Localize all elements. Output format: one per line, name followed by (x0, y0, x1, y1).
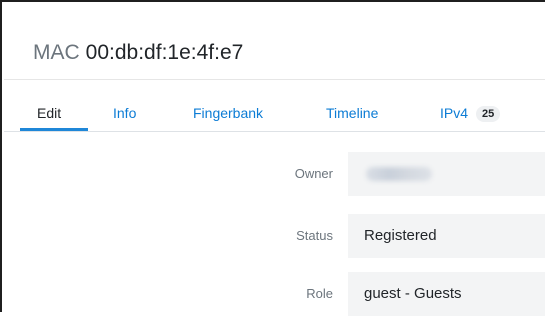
owner-redacted-value (366, 167, 432, 181)
panel-header: MAC 00:db:df:1e:4f:e7 (4, 4, 545, 80)
tab-fingerbank[interactable]: Fingerbank (193, 104, 263, 122)
tab-edit[interactable]: Edit (37, 104, 61, 122)
tab-bar: Edit Info Fingerbank Timeline IPv4 25 (4, 80, 545, 132)
active-tab-indicator (20, 128, 88, 131)
node-details-panel: MAC 00:db:df:1e:4f:e7 Edit Info Fingerban… (0, 0, 545, 316)
page-title: MAC 00:db:df:1e:4f:e7 (33, 40, 243, 66)
role-select[interactable]: guest - Guests (348, 272, 545, 316)
owner-field[interactable] (348, 152, 545, 196)
mac-address: 00:db:df:1e:4f:e7 (85, 41, 244, 64)
status-select[interactable]: Registered (348, 214, 545, 258)
tab-timeline[interactable]: Timeline (326, 104, 378, 122)
tab-ipv4-label: IPv4 (440, 105, 469, 121)
tab-ipv4[interactable]: IPv4 25 (440, 104, 501, 122)
owner-row: Owner (4, 152, 545, 196)
status-label: Status (296, 228, 333, 243)
ipv4-count-badge: 25 (476, 106, 501, 122)
role-row: Role guest - Guests (4, 272, 545, 316)
tab-info[interactable]: Info (113, 104, 136, 122)
title-prefix: MAC (33, 41, 80, 64)
role-label: Role (306, 286, 333, 301)
status-row: Status Registered (4, 214, 545, 258)
owner-label: Owner (294, 166, 333, 181)
